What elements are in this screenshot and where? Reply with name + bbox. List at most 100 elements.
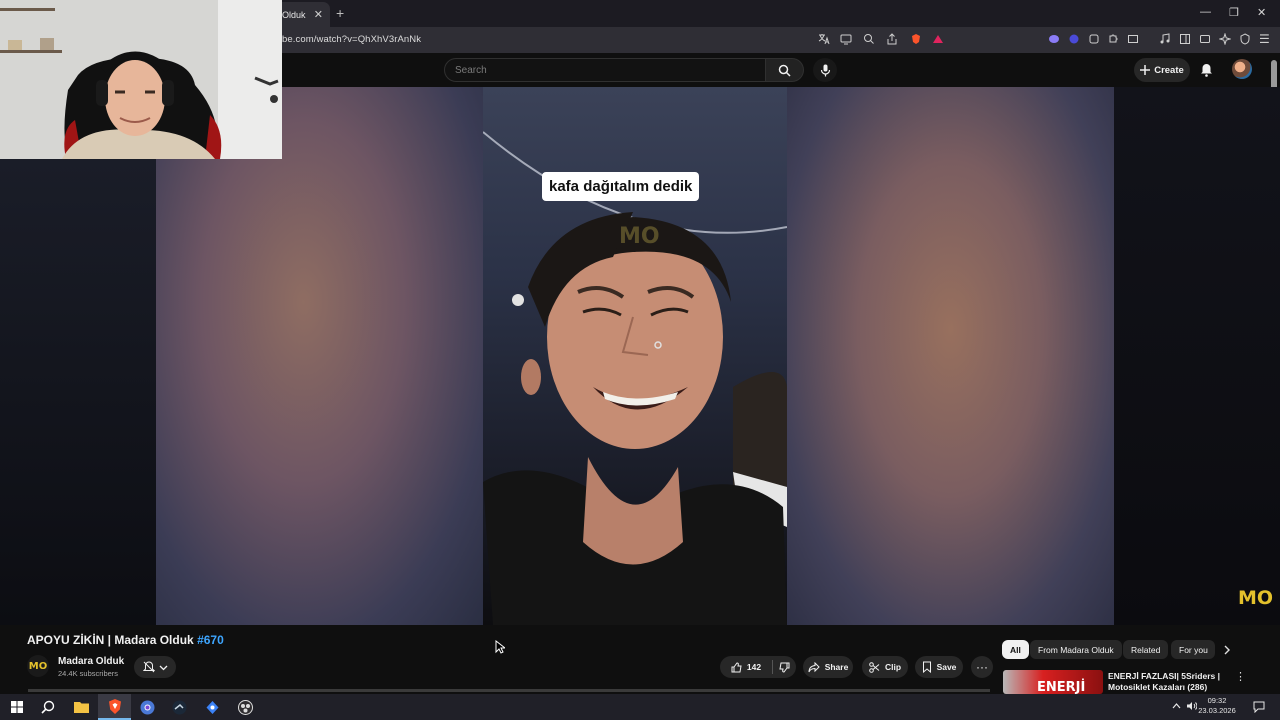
bell-icon	[1201, 64, 1212, 77]
subscription-notify-button[interactable]	[134, 656, 176, 678]
ai-icon[interactable]	[1219, 33, 1231, 45]
share-icon[interactable]	[886, 33, 898, 45]
chrome-icon	[140, 700, 155, 714]
video-hashtag[interactable]: #670	[197, 633, 224, 647]
plus-icon	[1140, 65, 1151, 75]
clock-time: 09:32	[1207, 696, 1227, 705]
streamer-webcam-image	[0, 0, 282, 159]
url-field[interactable]: be.com/watch?v=QhXhV3rAnNk	[282, 34, 421, 45]
tab-close-icon[interactable]: ✕	[314, 8, 323, 21]
steam-icon	[172, 700, 187, 714]
clip-button[interactable]: Clip	[862, 656, 908, 678]
like-button[interactable]: 142	[720, 656, 772, 678]
brave-rewards-icon[interactable]	[932, 33, 944, 45]
restore-button[interactable]: ❐	[1229, 6, 1239, 19]
taskbar-clock[interactable]: 09:32 23.03.2026	[1196, 696, 1238, 716]
taskbar-file-explorer[interactable]	[65, 694, 98, 720]
windows-start-button[interactable]	[0, 694, 33, 720]
tab-title: Olduk	[282, 10, 306, 20]
dislike-icon	[779, 662, 790, 673]
like-icon	[731, 661, 742, 672]
menu-icon[interactable]: ☰	[1259, 32, 1271, 46]
chevron-down-icon	[159, 665, 167, 670]
extension-purple-icon[interactable]	[1068, 33, 1080, 45]
more-actions-button[interactable]: ···	[971, 656, 993, 678]
wallet2-icon[interactable]	[1199, 33, 1211, 45]
channel-name[interactable]: Madara Olduk	[58, 656, 124, 667]
video-title: APOYU ZİKİN | Madara Olduk #670	[27, 633, 224, 647]
clock-date: 23.03.2026	[1198, 706, 1236, 715]
channel-avatar[interactable]: MO	[27, 655, 49, 677]
extension-icon[interactable]	[1088, 33, 1100, 45]
tray-expand-icon[interactable]	[1172, 701, 1181, 711]
minimize-button[interactable]: —	[1200, 6, 1211, 18]
vpn-shield-icon[interactable]	[1239, 33, 1251, 45]
search-button[interactable]	[766, 58, 804, 82]
folder-icon	[74, 702, 89, 713]
create-label: Create	[1154, 64, 1184, 76]
windows-start-icon	[10, 701, 23, 713]
brave-shield-icon[interactable]	[910, 33, 922, 45]
chip-for-you[interactable]: For you	[1171, 640, 1215, 659]
save-button[interactable]: Save	[915, 656, 963, 678]
taskbar-brave[interactable]	[98, 694, 131, 720]
leo-icon[interactable]	[1048, 33, 1060, 45]
chips-next-icon[interactable]	[1223, 644, 1231, 658]
create-button[interactable]: Create	[1134, 58, 1190, 82]
video-watermark: MO	[619, 224, 660, 249]
brave-icon	[108, 698, 121, 714]
video-caption: kafa dağıtalım dedik	[542, 172, 700, 201]
obs-icon	[238, 699, 253, 715]
taskbar-steam[interactable]	[163, 694, 196, 720]
subscriber-count: 24.4K subscribers	[58, 669, 119, 678]
new-tab-button[interactable]: +	[336, 5, 344, 21]
blurred-background-left	[156, 87, 484, 625]
player-letterbox-right	[1114, 87, 1280, 625]
app-icon	[206, 700, 219, 714]
search-box	[444, 58, 766, 82]
channel-watermark[interactable]: MO	[1238, 587, 1273, 609]
taskbar-chrome[interactable]	[131, 694, 164, 720]
scissors-icon	[869, 661, 880, 673]
taskbar-search-button[interactable]	[31, 694, 64, 720]
dislike-button[interactable]	[773, 656, 796, 678]
video-person-image	[483, 131, 787, 625]
notification-icon[interactable]	[1253, 701, 1265, 715]
share-button[interactable]: Share	[803, 656, 853, 678]
bell-off-icon	[142, 661, 155, 673]
related-thumb-text: ENERJİ	[1037, 680, 1086, 694]
cast-icon[interactable]	[840, 33, 852, 45]
chip-all[interactable]: All	[1002, 640, 1029, 659]
search-input[interactable]	[445, 59, 745, 81]
blurred-background-right	[787, 87, 1114, 625]
wallet-icon[interactable]	[1127, 33, 1139, 45]
video-frame: kafa dağıtalım dedik MO	[483, 87, 787, 625]
like-count: 142	[746, 662, 762, 672]
account-avatar[interactable]	[1232, 59, 1252, 79]
mouse-cursor	[495, 640, 505, 654]
taskbar-obs[interactable]	[229, 694, 262, 720]
windows-taskbar: 09:32 23.03.2026	[0, 694, 1280, 720]
voice-search-button[interactable]	[813, 58, 837, 82]
translate-icon[interactable]	[818, 33, 830, 45]
notifications-button[interactable]	[1200, 63, 1213, 82]
related-more-icon[interactable]: ⋮	[1235, 670, 1246, 683]
share-label: Share	[824, 662, 849, 672]
taskbar-app[interactable]	[196, 694, 229, 720]
related-video-title[interactable]: ENERJİ FAZLASI| 5Sriders | Motosiklet Ka…	[1108, 671, 1228, 693]
chip-related[interactable]: Related	[1123, 640, 1169, 659]
zoom-icon[interactable]	[863, 33, 875, 45]
bookmark-icon	[922, 661, 931, 673]
clip-label: Clip	[884, 662, 902, 672]
extensions-icon[interactable]	[1107, 33, 1119, 45]
webcam-overlay	[0, 0, 282, 159]
video-player[interactable]: kafa dağıtalım dedik MO	[156, 87, 1114, 625]
chip-from-channel[interactable]: From Madara Olduk	[1030, 640, 1122, 659]
close-window-button[interactable]: ✕	[1257, 6, 1266, 19]
related-video-thumbnail[interactable]: ENERJİ	[1003, 670, 1103, 694]
save-label: Save	[936, 662, 957, 672]
sidebar-icon[interactable]	[1179, 33, 1191, 45]
share-arrow-icon	[808, 661, 820, 672]
media-icon[interactable]	[1159, 33, 1171, 45]
player-letterbox-left	[0, 159, 156, 625]
